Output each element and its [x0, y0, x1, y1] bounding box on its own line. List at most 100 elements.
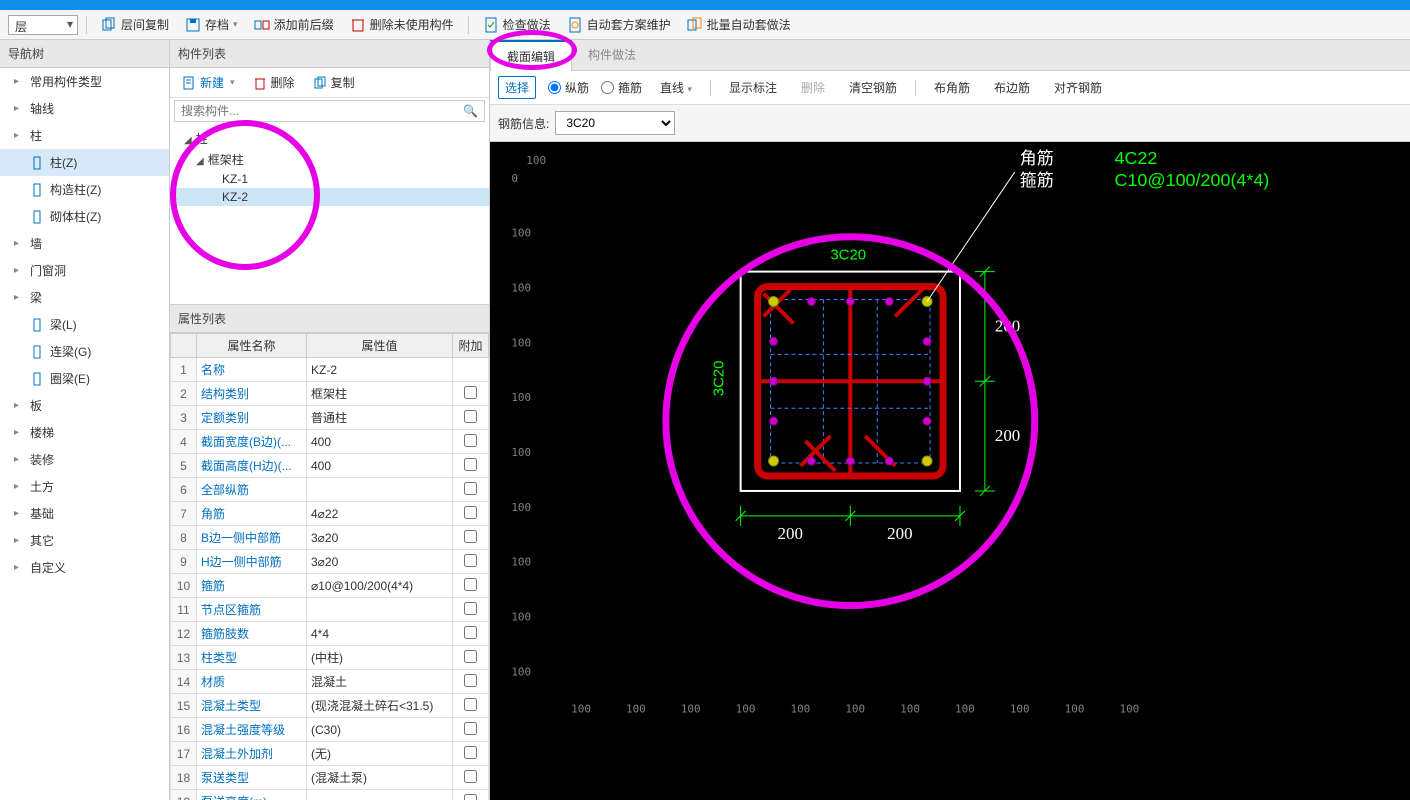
- nav-item[interactable]: ▸其它: [0, 527, 169, 554]
- attach-checkbox[interactable]: [464, 674, 477, 687]
- prop-row[interactable]: 5截面高度(H边)(...400: [171, 454, 489, 478]
- new-component-button[interactable]: 新建▾: [178, 72, 239, 93]
- search-input[interactable]: [175, 101, 457, 121]
- separator: [915, 80, 916, 96]
- prop-row[interactable]: 14材质混凝土: [171, 670, 489, 694]
- attach-checkbox[interactable]: [464, 650, 477, 663]
- prop-row[interactable]: 1名称KZ-2: [171, 358, 489, 382]
- prop-row[interactable]: 10箍筋⌀10@100/200(4*4): [171, 574, 489, 598]
- prop-row[interactable]: 17混凝土外加剂(无): [171, 742, 489, 766]
- nav-item[interactable]: ▸梁: [0, 284, 169, 311]
- attach-checkbox[interactable]: [464, 530, 477, 543]
- tb-add-prefix-suffix[interactable]: 添加前后缀: [248, 14, 340, 35]
- nav-item[interactable]: ▸土方: [0, 473, 169, 500]
- prop-row[interactable]: 9H边一侧中部筋3⌀20: [171, 550, 489, 574]
- nav-item[interactable]: ▸墙: [0, 230, 169, 257]
- attach-checkbox[interactable]: [464, 554, 477, 567]
- nav-item[interactable]: ▸板: [0, 392, 169, 419]
- prop-row[interactable]: 7角筋4⌀22: [171, 502, 489, 526]
- select-button[interactable]: 选择: [498, 76, 536, 99]
- prop-row[interactable]: 4截面宽度(B边)(...400: [171, 430, 489, 454]
- column-icon: [30, 156, 44, 170]
- section-toolbar: 选择 纵筋 箍筋 直线 ▾ 显示标注 删除 清空钢筋 布角筋 布边筋 对齐钢筋: [490, 71, 1410, 105]
- nav-item[interactable]: 构造柱(Z): [0, 176, 169, 203]
- tab-section-edit[interactable]: 截面编辑: [490, 40, 572, 71]
- delete-component-button[interactable]: 删除: [249, 72, 299, 93]
- svg-text:100: 100: [955, 702, 975, 715]
- nav-item[interactable]: ▸装修: [0, 446, 169, 473]
- tb-delete-unused[interactable]: 删除未使用构件: [344, 14, 460, 35]
- attach-checkbox[interactable]: [464, 458, 477, 471]
- attach-checkbox[interactable]: [464, 434, 477, 447]
- svg-text:100: 100: [681, 702, 701, 715]
- attach-checkbox[interactable]: [464, 602, 477, 615]
- prop-row[interactable]: 3定额类别普通柱: [171, 406, 489, 430]
- section-canvas[interactable]: 100 0 100 100 100 100 100 100 100 100 10…: [490, 142, 1410, 800]
- nav-item[interactable]: ▸门窗洞: [0, 257, 169, 284]
- attach-checkbox[interactable]: [464, 410, 477, 423]
- attach-checkbox[interactable]: [464, 626, 477, 639]
- rebar-info-select[interactable]: 3C20: [555, 111, 675, 135]
- component-tree[interactable]: ◢柱 ◢框架柱 KZ-1 KZ-2: [170, 124, 489, 304]
- layer-combo[interactable]: 层: [8, 15, 78, 35]
- tb-auto-maintain[interactable]: 自动套方案维护: [561, 14, 677, 35]
- nav-item[interactable]: ▸轴线: [0, 95, 169, 122]
- nav-item[interactable]: 梁(L): [0, 311, 169, 338]
- prop-row[interactable]: 13柱类型(中柱): [171, 646, 489, 670]
- tab-method[interactable]: 构件做法: [572, 40, 652, 70]
- nav-item[interactable]: 柱(Z): [0, 149, 169, 176]
- prop-row[interactable]: 19泵送高度(m): [171, 790, 489, 800]
- show-annotation-button[interactable]: 显示标注: [723, 77, 783, 98]
- prop-row[interactable]: 6全部纵筋: [171, 478, 489, 502]
- svg-text:200: 200: [887, 524, 912, 543]
- line-button[interactable]: 直线 ▾: [654, 77, 698, 98]
- nav-tree[interactable]: ▸常用构件类型▸轴线▸柱柱(Z)构造柱(Z)砌体柱(Z)▸墙▸门窗洞▸梁梁(L)…: [0, 68, 169, 800]
- attach-checkbox[interactable]: [464, 722, 477, 735]
- tb-check-method[interactable]: 检查做法: [477, 14, 557, 35]
- nav-item[interactable]: ▸自定义: [0, 554, 169, 581]
- tree-item-kz1[interactable]: KZ-1: [170, 170, 489, 188]
- radio-hoop[interactable]: 箍筋: [601, 79, 642, 96]
- tree-item-kz2[interactable]: KZ-2: [170, 188, 489, 206]
- arrange-side-button[interactable]: 布边筋: [988, 77, 1036, 98]
- prop-row[interactable]: 15混凝土类型(现浇混凝土碎石<31.5): [171, 694, 489, 718]
- nav-item[interactable]: 连梁(G): [0, 338, 169, 365]
- nav-item[interactable]: ▸基础: [0, 500, 169, 527]
- attach-checkbox[interactable]: [464, 794, 477, 800]
- tree-group[interactable]: ◢框架柱: [170, 149, 489, 170]
- nav-item[interactable]: ▸楼梯: [0, 419, 169, 446]
- copy-component-button[interactable]: 复制: [309, 72, 359, 93]
- col-name: 属性名称: [197, 334, 307, 358]
- column-icon: [30, 318, 44, 332]
- prop-row[interactable]: 18泵送类型(混凝土泵): [171, 766, 489, 790]
- tree-root[interactable]: ◢柱: [170, 128, 489, 149]
- attach-checkbox[interactable]: [464, 578, 477, 591]
- attach-checkbox[interactable]: [464, 770, 477, 783]
- tb-copy-between-floors[interactable]: 层间复制: [95, 14, 175, 35]
- nav-item[interactable]: 圈梁(E): [0, 365, 169, 392]
- prop-row[interactable]: 12箍筋肢数4*4: [171, 622, 489, 646]
- tb-batch-auto[interactable]: 批量自动套做法: [681, 14, 797, 35]
- prop-row[interactable]: 11节点区箍筋: [171, 598, 489, 622]
- clear-rebar-button[interactable]: 清空钢筋: [843, 77, 903, 98]
- attach-checkbox[interactable]: [464, 746, 477, 759]
- align-rebar-button[interactable]: 对齐钢筋: [1048, 77, 1108, 98]
- prop-row[interactable]: 2结构类别框架柱: [171, 382, 489, 406]
- nav-item[interactable]: ▸常用构件类型: [0, 68, 169, 95]
- nav-item[interactable]: 砌体柱(Z): [0, 203, 169, 230]
- attach-checkbox[interactable]: [464, 698, 477, 711]
- delete-button[interactable]: 删除: [795, 77, 831, 98]
- prop-row[interactable]: 16混凝土强度等级(C30): [171, 718, 489, 742]
- properties-table[interactable]: 属性名称 属性值 附加 1名称KZ-22结构类别框架柱3定额类别普通柱4截面宽度…: [170, 333, 489, 800]
- btn-label: 删除: [271, 74, 295, 91]
- radio-longitudinal[interactable]: 纵筋: [548, 79, 589, 96]
- attach-checkbox[interactable]: [464, 482, 477, 495]
- tb-archive[interactable]: 存档▾: [179, 14, 244, 35]
- prop-row[interactable]: 8B边一侧中部筋3⌀20: [171, 526, 489, 550]
- attach-checkbox[interactable]: [464, 386, 477, 399]
- btn-label: 新建: [200, 74, 224, 91]
- nav-item[interactable]: ▸柱: [0, 122, 169, 149]
- search-icon[interactable]: 🔍: [457, 101, 484, 121]
- arrange-corner-button[interactable]: 布角筋: [928, 77, 976, 98]
- attach-checkbox[interactable]: [464, 506, 477, 519]
